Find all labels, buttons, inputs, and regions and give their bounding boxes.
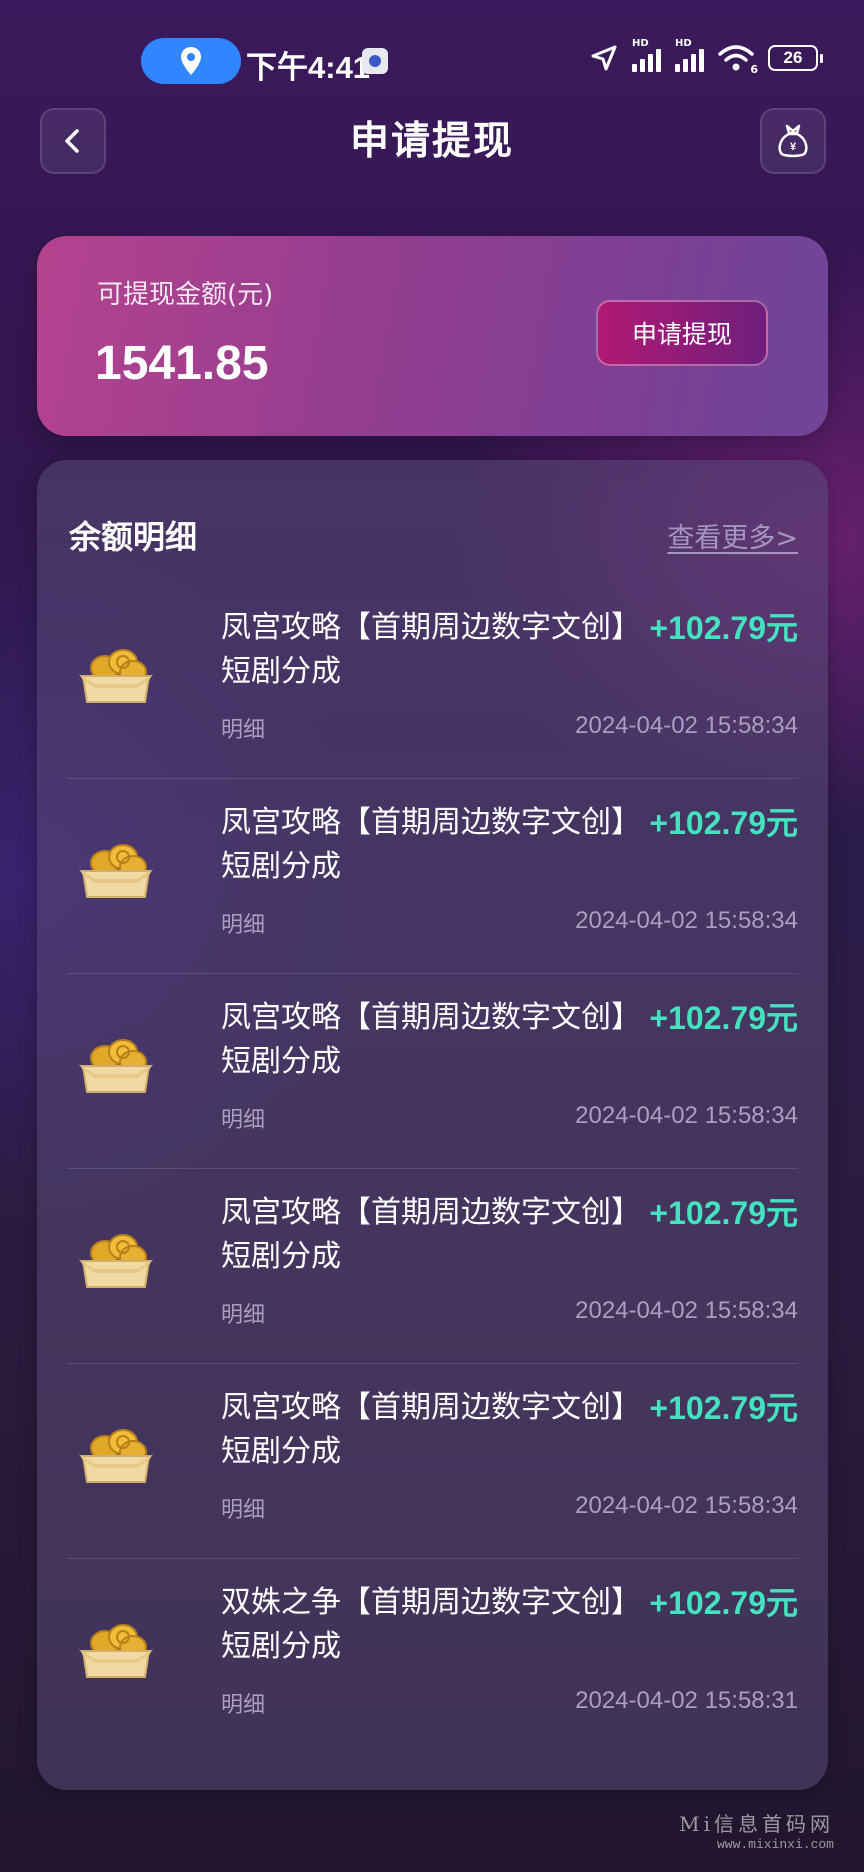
status-icons: HD HD 6 26 (590, 38, 823, 76)
item-title: 凤宫攻略【首期周边数字文创】短剧分成 (221, 1195, 641, 1274)
balance-amount: 1541.85 (95, 337, 269, 390)
item-title: 双姝之争【首期周边数字文创】短剧分成 (221, 1585, 641, 1664)
item-amount: +102.79元 (649, 1585, 798, 1621)
item-subtitle: 明细 (221, 718, 266, 743)
balance-detail-panel: 余额明细 查看更多> 凤宫攻略【首期周边数字文创】短剧分成 +102.79元 明… (37, 460, 828, 1790)
item-timestamp: 2024-04-02 15:58:34 (575, 712, 798, 739)
location-pill (141, 38, 241, 84)
yuan-symbol: ¥ (790, 141, 797, 153)
watermark: Mi信息首码网 www.mixinxi.com (679, 1808, 834, 1852)
item-title: 凤宫攻略【首期周边数字文创】短剧分成 (221, 1390, 641, 1469)
coin-box-icon (79, 844, 153, 898)
page-title: 申请提现 (349, 119, 514, 164)
navigation-arrow-icon (591, 45, 617, 71)
wallet-button[interactable]: ¥ (760, 108, 826, 174)
coin-box-icon (79, 649, 153, 703)
item-subtitle: 明细 (221, 1108, 266, 1133)
location-pin-icon (181, 47, 201, 75)
list-item[interactable]: 凤宫攻略【首期周边数字文创】短剧分成 +102.79元 明细 2024-04-0… (67, 974, 798, 1169)
detail-title: 余额明细 (69, 518, 198, 556)
coin-box-icon (79, 1624, 153, 1678)
coin-box-icon (79, 1039, 153, 1093)
view-more-link[interactable]: 查看更多> (667, 516, 798, 555)
item-amount: +102.79元 (649, 805, 798, 841)
list-item[interactable]: 凤宫攻略【首期周边数字文创】短剧分成 +102.79元 明细 2024-04-0… (67, 1364, 798, 1559)
list-item[interactable]: 凤宫攻略【首期周边数字文创】短剧分成 +102.79元 明细 2024-04-0… (67, 1169, 798, 1364)
balance-card: 可提现金额(元) 1541.85 申请提现 (37, 236, 828, 436)
item-timestamp: 2024-04-02 15:58:34 (575, 1297, 798, 1324)
list-item[interactable]: 凤宫攻略【首期周边数字文创】短剧分成 +102.79元 明细 2024-04-0… (67, 584, 798, 779)
item-subtitle: 明细 (221, 913, 266, 938)
signal-hd-label-2: HD (675, 38, 692, 49)
battery-icon: 26 (768, 45, 823, 71)
coin-box-icon (79, 1234, 153, 1288)
item-amount: +102.79元 (649, 1390, 798, 1426)
wifi-version-label: 6 (750, 63, 758, 76)
wifi-icon: 6 (718, 44, 758, 76)
notification-badge-icon (362, 48, 388, 74)
item-title: 凤宫攻略【首期周边数字文创】短剧分成 (221, 1000, 641, 1079)
coin-box-icon (79, 1429, 153, 1483)
transaction-list: 凤宫攻略【首期周边数字文创】短剧分成 +102.79元 明细 2024-04-0… (67, 584, 798, 1754)
item-title: 凤宫攻略【首期周边数字文创】短剧分成 (221, 610, 641, 689)
cellular-signal-icon-2: HD (675, 38, 704, 72)
item-amount: +102.79元 (649, 1195, 798, 1231)
list-item[interactable]: 凤宫攻略【首期周边数字文创】短剧分成 +102.79元 明细 2024-04-0… (67, 779, 798, 974)
signal-hd-label: HD (632, 38, 649, 49)
item-title: 凤宫攻略【首期周边数字文创】短剧分成 (221, 805, 641, 884)
item-timestamp: 2024-04-02 15:58:34 (575, 907, 798, 934)
item-amount: +102.79元 (649, 1000, 798, 1036)
status-bar: 下午4:41 HD HD 6 26 (0, 0, 864, 120)
item-timestamp: 2024-04-02 15:58:31 (575, 1687, 798, 1714)
item-subtitle: 明细 (221, 1693, 266, 1718)
watermark-name: Mi信息首码网 (679, 1812, 834, 1836)
item-timestamp: 2024-04-02 15:58:34 (575, 1102, 798, 1129)
item-timestamp: 2024-04-02 15:58:34 (575, 1492, 798, 1519)
item-amount: +102.79元 (649, 610, 798, 646)
withdraw-button[interactable]: 申请提现 (596, 300, 768, 366)
list-item[interactable]: 双姝之争【首期周边数字文创】短剧分成 +102.79元 明细 2024-04-0… (67, 1559, 798, 1754)
watermark-url: www.mixinxi.com (716, 1837, 834, 1852)
status-time: 下午4:41 (246, 50, 371, 85)
balance-label: 可提现金额(元) (97, 280, 274, 310)
item-subtitle: 明细 (221, 1303, 266, 1328)
cellular-signal-icon: HD (632, 38, 661, 72)
money-bag-icon: ¥ (778, 124, 808, 158)
item-subtitle: 明细 (221, 1498, 266, 1523)
